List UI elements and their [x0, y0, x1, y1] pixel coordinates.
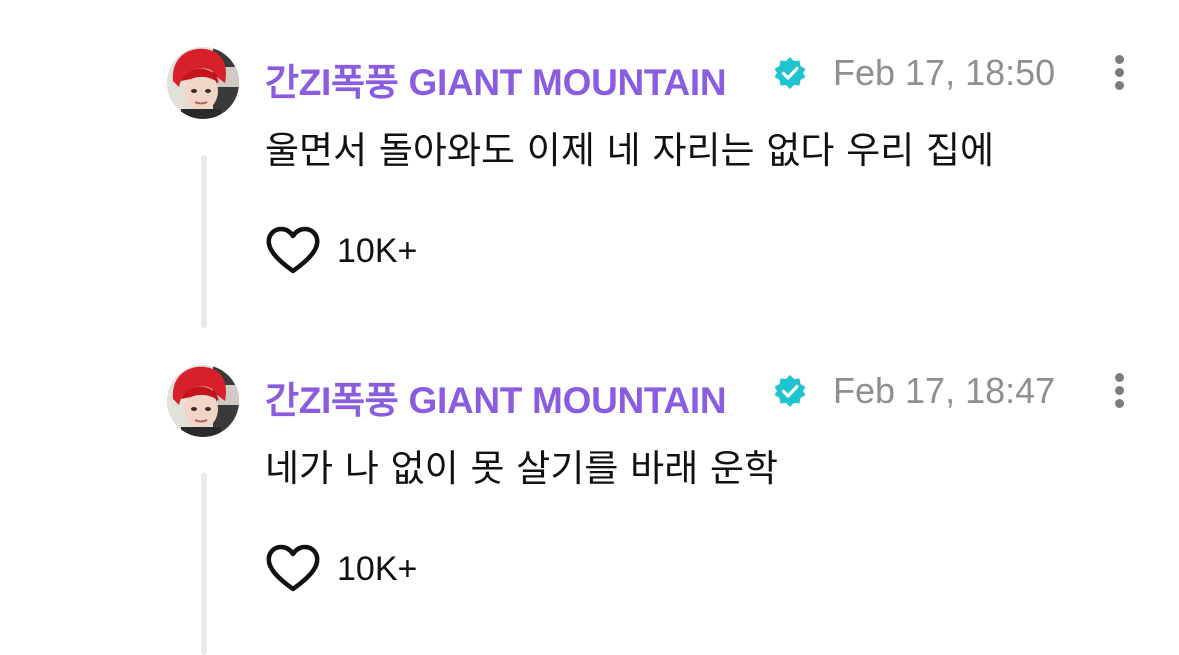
thread-line [201, 155, 207, 328]
comment-header: 간ZI폭풍 GIANT MOUNTAIN Feb 17, 18:50 [265, 50, 1145, 103]
verified-badge-icon [773, 56, 807, 90]
timestamp: Feb 17, 18:50 [833, 52, 1056, 93]
comment-text: 울면서 돌아와도 이제 네 자리는 없다 우리 집에 [265, 129, 995, 172]
avatar[interactable] [167, 47, 239, 119]
comment-feed: 간ZI폭풍 GIANT MOUNTAIN Feb 17, 18:50 울면서 돌… [0, 0, 1179, 655]
comment-header: 간ZI폭풍 GIANT MOUNTAIN Feb 17, 18:47 [265, 368, 1145, 421]
thread-line [201, 473, 207, 655]
author-name[interactable]: 간ZI폭풍 GIANT MOUNTAIN [265, 52, 727, 106]
heart-outline-icon[interactable] [265, 544, 321, 594]
comment-item: 간ZI폭풍 GIANT MOUNTAIN Feb 17, 18:47 네가 나 … [0, 318, 1179, 655]
timestamp: Feb 17, 18:47 [833, 370, 1056, 411]
like-count: 10K+ [337, 232, 418, 270]
like-count: 10K+ [337, 550, 418, 588]
comment-item: 간ZI폭풍 GIANT MOUNTAIN Feb 17, 18:50 울면서 돌… [0, 0, 1179, 328]
verified-badge-icon [773, 374, 807, 408]
more-options-icon[interactable] [1110, 373, 1128, 411]
heart-outline-icon[interactable] [265, 226, 321, 276]
avatar[interactable] [167, 365, 239, 437]
like-row: 10K+ [265, 226, 465, 276]
more-options-icon[interactable] [1110, 55, 1128, 93]
author-name[interactable]: 간ZI폭풍 GIANT MOUNTAIN [265, 370, 727, 424]
comment-text: 네가 나 없이 못 살기를 바래 운학 [265, 447, 779, 490]
like-row: 10K+ [265, 544, 465, 594]
